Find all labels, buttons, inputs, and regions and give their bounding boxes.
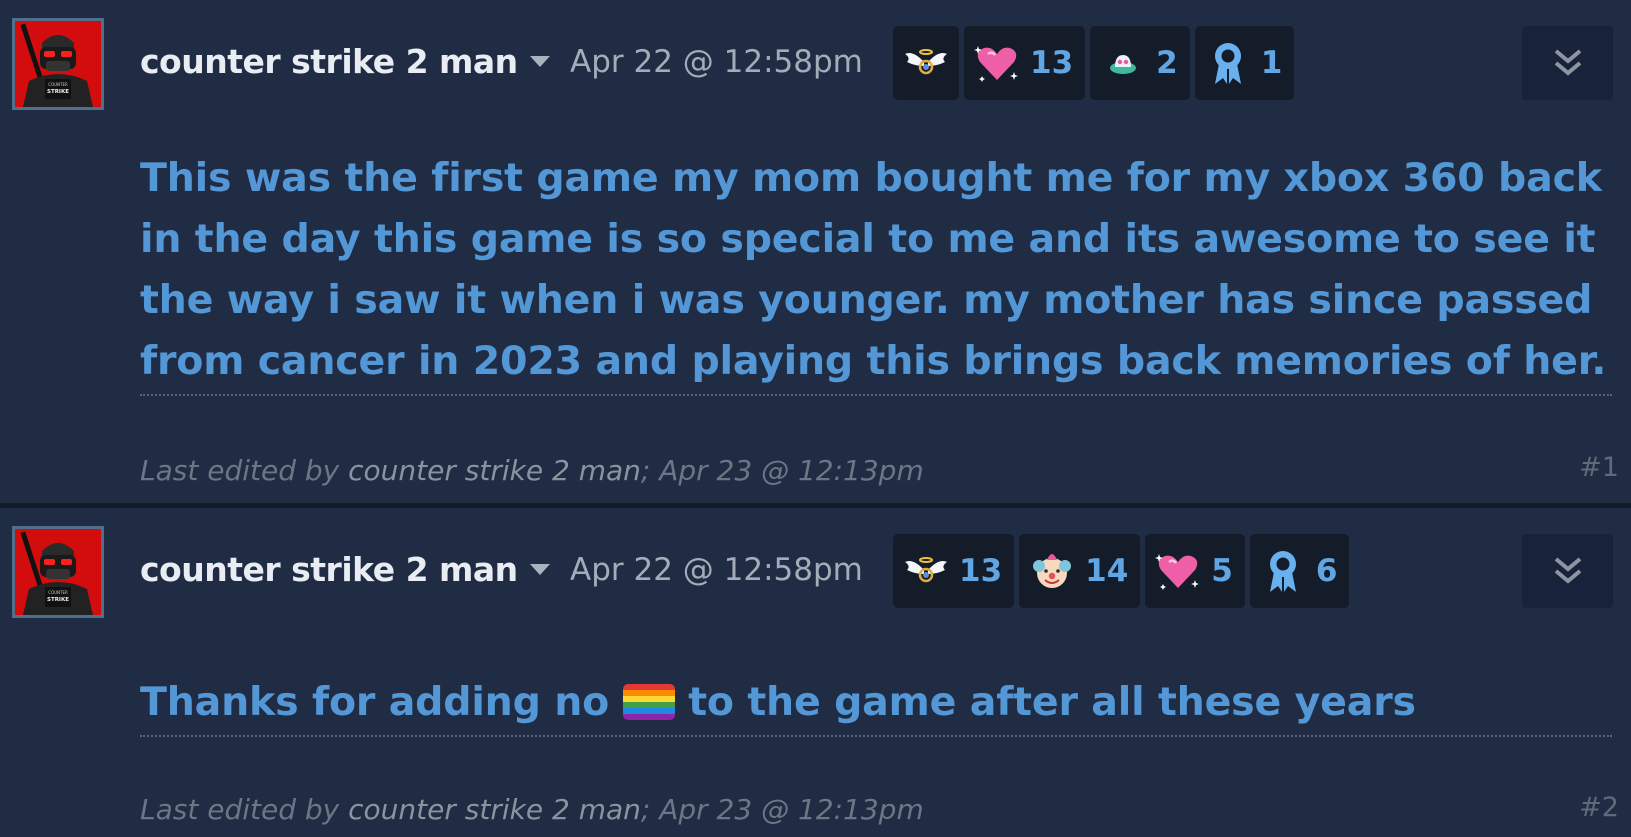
award-badge[interactable]: 2 — [1090, 26, 1190, 100]
angel-wings-award-icon — [905, 557, 947, 583]
edit-prefix: Last edited by — [140, 454, 349, 487]
ribbon-award-icon — [1269, 551, 1296, 592]
award-bar: 13 14 5 6 — [893, 534, 1350, 608]
award-count: 13 — [959, 553, 1003, 589]
post-body: Thanks for adding no to the game after a… — [140, 672, 1612, 737]
avatar-badge-line1: COUNTER — [48, 82, 68, 87]
edit-note: Last edited by counter strike 2 man; Apr… — [140, 454, 924, 487]
caret-down-icon[interactable] — [529, 563, 550, 576]
avatar-badge-line1: COUNTER — [48, 590, 68, 595]
post-number-link[interactable]: #2 — [1579, 792, 1619, 823]
post-number-link[interactable]: #1 — [1579, 452, 1619, 483]
rainbow-flag-emoji — [622, 684, 675, 720]
post-options-button[interactable] — [1522, 26, 1613, 100]
post-options-button[interactable] — [1522, 534, 1613, 608]
award-badge[interactable]: 5 — [1145, 534, 1245, 608]
award-badge[interactable]: 1 — [1194, 26, 1295, 100]
author-menu[interactable]: counter strike 2 man — [140, 42, 550, 81]
post-body-before: Thanks for adding no — [140, 679, 623, 725]
award-badge[interactable]: 13 — [893, 534, 1015, 608]
clown-face-award-icon — [1033, 554, 1072, 588]
comment-post: COUNTER STRIKE counter strike 2 man Apr … — [0, 508, 1631, 837]
edit-user: counter strike 2 man — [348, 793, 641, 826]
award-count: 5 — [1211, 553, 1233, 589]
author-menu[interactable]: counter strike 2 man — [140, 550, 550, 589]
double-chevron-down-icon — [1554, 49, 1581, 76]
soldier-avatar-icon: COUNTER STRIKE — [15, 529, 101, 615]
award-count: 6 — [1315, 553, 1338, 589]
award-count: 2 — [1156, 45, 1178, 81]
angel-wings-award-icon — [905, 49, 947, 75]
sparkling-heart-award-icon — [974, 46, 1018, 82]
edit-note: Last edited by counter strike 2 man; Apr… — [140, 793, 924, 826]
author-name[interactable]: counter strike 2 man — [140, 42, 518, 81]
ribbon-award-icon — [1214, 43, 1241, 84]
post-body-after: to the game after all these years — [674, 679, 1416, 725]
post-timestamp: Apr 22 @ 12:58pm — [570, 44, 863, 80]
award-badge[interactable] — [893, 26, 959, 100]
award-bar: 13 2 1 — [893, 26, 1295, 100]
edit-date: ; Apr 23 @ 12:13pm — [640, 793, 924, 826]
comment-post: COUNTER STRIKE counter strike 2 man Apr … — [0, 0, 1631, 503]
caret-down-icon[interactable] — [529, 55, 550, 68]
avatar[interactable]: COUNTER STRIKE — [12, 18, 104, 110]
edit-date: ; Apr 23 @ 12:13pm — [640, 454, 924, 487]
author-name[interactable]: counter strike 2 man — [140, 550, 518, 589]
ufo-award-icon — [1110, 55, 1137, 74]
post-body: This was the first game my mom bought me… — [140, 148, 1612, 396]
avatar-badge-line2: STRIKE — [47, 597, 69, 603]
award-count: 14 — [1085, 553, 1129, 589]
soldier-avatar-icon: COUNTER STRIKE — [15, 21, 101, 107]
award-badge[interactable]: 14 — [1019, 534, 1141, 608]
avatar-badge-line2: STRIKE — [47, 89, 69, 95]
post-timestamp: Apr 22 @ 12:58pm — [570, 552, 863, 588]
edit-user: counter strike 2 man — [348, 454, 641, 487]
rainbow-flag-icon — [622, 684, 675, 720]
award-count: 1 — [1260, 45, 1283, 81]
edit-prefix: Last edited by — [140, 793, 349, 826]
sparkling-heart-award-icon — [1155, 554, 1200, 590]
double-chevron-down-icon — [1554, 557, 1581, 584]
avatar[interactable]: COUNTER STRIKE — [12, 526, 104, 618]
award-badge[interactable]: 13 — [964, 26, 1086, 100]
award-count: 13 — [1030, 45, 1074, 81]
comment-thread: COUNTER STRIKE counter strike 2 man Apr … — [0, 0, 1631, 837]
award-badge[interactable]: 6 — [1249, 534, 1350, 608]
